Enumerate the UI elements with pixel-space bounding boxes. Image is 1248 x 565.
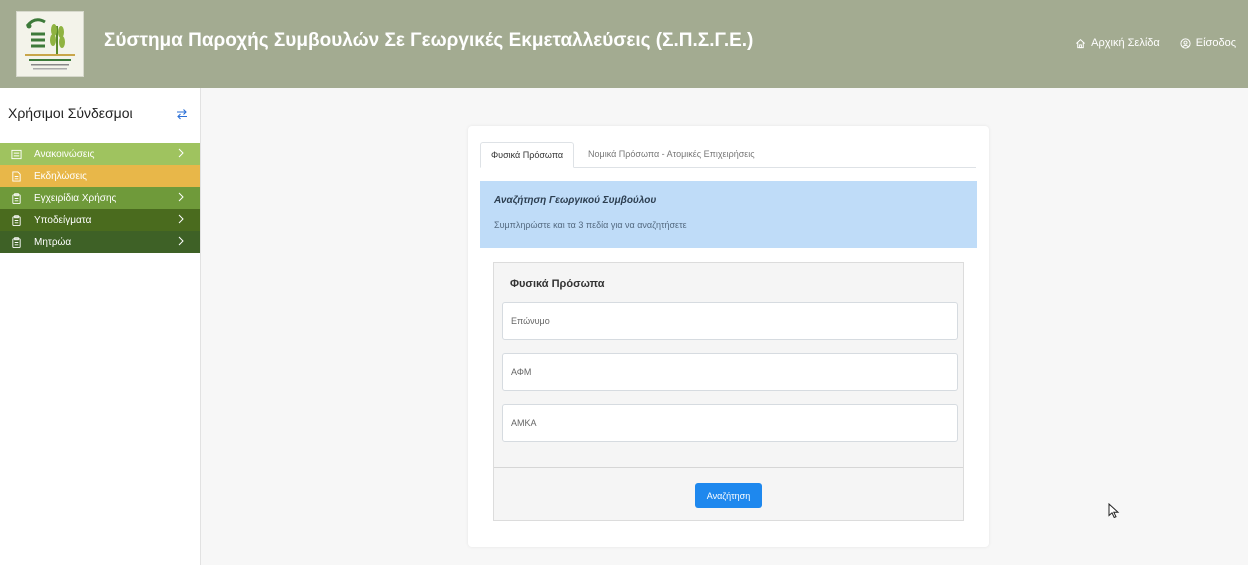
clipboard-icon — [10, 214, 22, 226]
tab-bar: Φυσικά Πρόσωπα Νομικά Πρόσωπα - Ατομικές… — [480, 142, 976, 168]
tab-legal-entities[interactable]: Νομικά Πρόσωπα - Ατομικές Επιχειρήσεις — [578, 142, 765, 168]
chevron-right-icon — [178, 192, 184, 205]
login-link[interactable]: Είσοδος — [1180, 37, 1236, 49]
sidebar-item-label: Εγχειρίδια Χρήσης — [34, 192, 117, 204]
swap-arrows-icon[interactable] — [176, 107, 188, 125]
search-form: Φυσικά Πρόσωπα Αναζήτηση — [493, 262, 964, 521]
sidebar-item-templates[interactable]: Υποδείγματα — [0, 209, 200, 231]
mouse-cursor-icon — [1108, 502, 1120, 524]
sidebar-item-label: Εκδηλώσεις — [34, 170, 88, 182]
alert-text: Συμπληρώστε και τα 3 πεδία για να αναζητ… — [494, 220, 687, 230]
home-link-label: Αρχική Σελίδα — [1091, 37, 1160, 49]
afm-input[interactable] — [502, 353, 958, 391]
info-alert: Αναζήτηση Γεωργικού Συμβούλου Συμπληρώστ… — [480, 181, 977, 248]
user-circle-icon — [1180, 37, 1191, 49]
alert-title: Αναζήτηση Γεωργικού Συμβούλου — [494, 195, 657, 206]
sidebar-item-registries[interactable]: Μητρώα — [0, 231, 200, 253]
sidebar: Χρήσιμοι Σύνδεσμοι Ανακοινώσεις Εκδηλώσε… — [0, 88, 201, 565]
login-link-label: Είσοδος — [1195, 37, 1236, 49]
chevron-right-icon — [178, 236, 184, 249]
top-header: Σύστημα Παροχής Συμβουλών Σε Γεωργικές Ε… — [0, 0, 1248, 88]
sidebar-item-label: Μητρώα — [34, 236, 72, 248]
sidebar-item-manuals[interactable]: Εγχειρίδια Χρήσης — [0, 187, 200, 209]
system-title: Σύστημα Παροχής Συμβουλών Σε Γεωργικές Ε… — [104, 30, 754, 51]
sidebar-item-label: Ανακοινώσεις — [34, 148, 95, 160]
header-nav: Αρχική Σελίδα Είσοδος — [1075, 37, 1236, 49]
sidebar-title: Χρήσιμοι Σύνδεσμοι — [8, 105, 133, 121]
form-divider — [494, 467, 963, 468]
form-heading: Φυσικά Πρόσωπα — [510, 278, 605, 290]
sidebar-item-label: Υποδείγματα — [34, 214, 92, 226]
list-icon — [10, 148, 22, 160]
sidebar-item-events[interactable]: Εκδηλώσεις — [0, 165, 200, 187]
search-button[interactable]: Αναζήτηση — [695, 483, 762, 508]
home-link[interactable]: Αρχική Σελίδα — [1075, 37, 1160, 49]
chevron-right-icon — [178, 214, 184, 227]
clipboard-icon — [10, 192, 22, 204]
chevron-right-icon — [178, 148, 184, 161]
document-icon — [10, 170, 22, 182]
search-card: Φυσικά Πρόσωπα Νομικά Πρόσωπα - Ατομικές… — [468, 126, 989, 547]
sidebar-item-announcements[interactable]: Ανακοινώσεις — [0, 143, 200, 165]
sidebar-header: Χρήσιμοι Σύνδεσμοι — [8, 105, 188, 125]
clipboard-icon — [10, 236, 22, 248]
surname-input[interactable] — [502, 302, 958, 340]
amka-input[interactable] — [502, 404, 958, 442]
elgo-dimitra-logo[interactable] — [16, 11, 84, 77]
tab-natural-persons[interactable]: Φυσικά Πρόσωπα — [480, 142, 575, 168]
sidebar-menu: Ανακοινώσεις Εκδηλώσεις Εγχειρίδια Χρήση… — [0, 143, 200, 253]
home-icon — [1075, 38, 1086, 49]
